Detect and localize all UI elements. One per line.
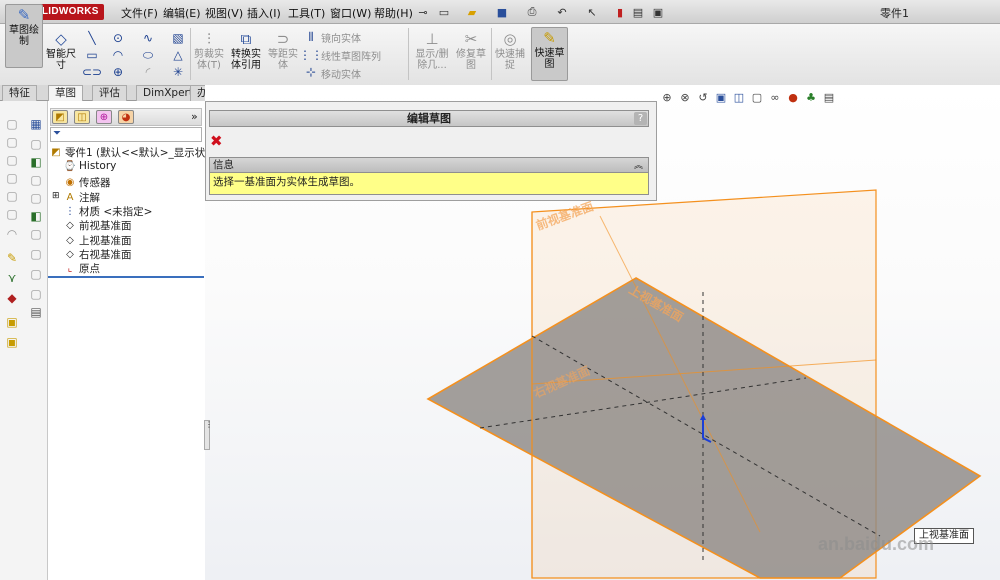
display-style-icon[interactable]: ▢ — [750, 90, 764, 104]
info-message: 选择一基准面为实体生成草图。 — [209, 173, 649, 195]
hide-show-icon[interactable]: ∞ — [768, 90, 782, 104]
section-view-icon[interactable]: ▣ — [714, 90, 728, 104]
planes-view: 前视基准面 上视基准面 右视基准面 — [426, 189, 982, 579]
watermark: an.baidu.com — [818, 534, 935, 554]
close-icon[interactable]: ✖ — [210, 132, 223, 150]
panel-resize-handle[interactable]: ⋮ — [204, 420, 213, 450]
zoom-area-icon[interactable]: ⊗ — [678, 90, 692, 104]
property-manager-title: 编辑草图 — [209, 110, 649, 127]
view-settings-icon[interactable]: ▤ — [822, 90, 836, 104]
apply-scene-icon[interactable]: ♣ — [804, 90, 818, 104]
info-section-header[interactable]: 信息 — [209, 157, 649, 173]
zoom-to-fit-icon[interactable]: ⊕ — [660, 90, 674, 104]
previous-view-icon[interactable]: ↺ — [696, 90, 710, 104]
heads-up-view-toolbar: ⊕ ⊗ ↺ ▣ ◫ ▢ ∞ ● ♣ ▤ — [660, 89, 836, 105]
help-icon[interactable]: ? — [634, 112, 647, 125]
view-orientation-icon[interactable]: ◫ — [732, 90, 746, 104]
collapse-chevron-icon[interactable]: ︽ — [634, 158, 643, 171]
edit-appearance-icon[interactable]: ● — [786, 90, 800, 104]
